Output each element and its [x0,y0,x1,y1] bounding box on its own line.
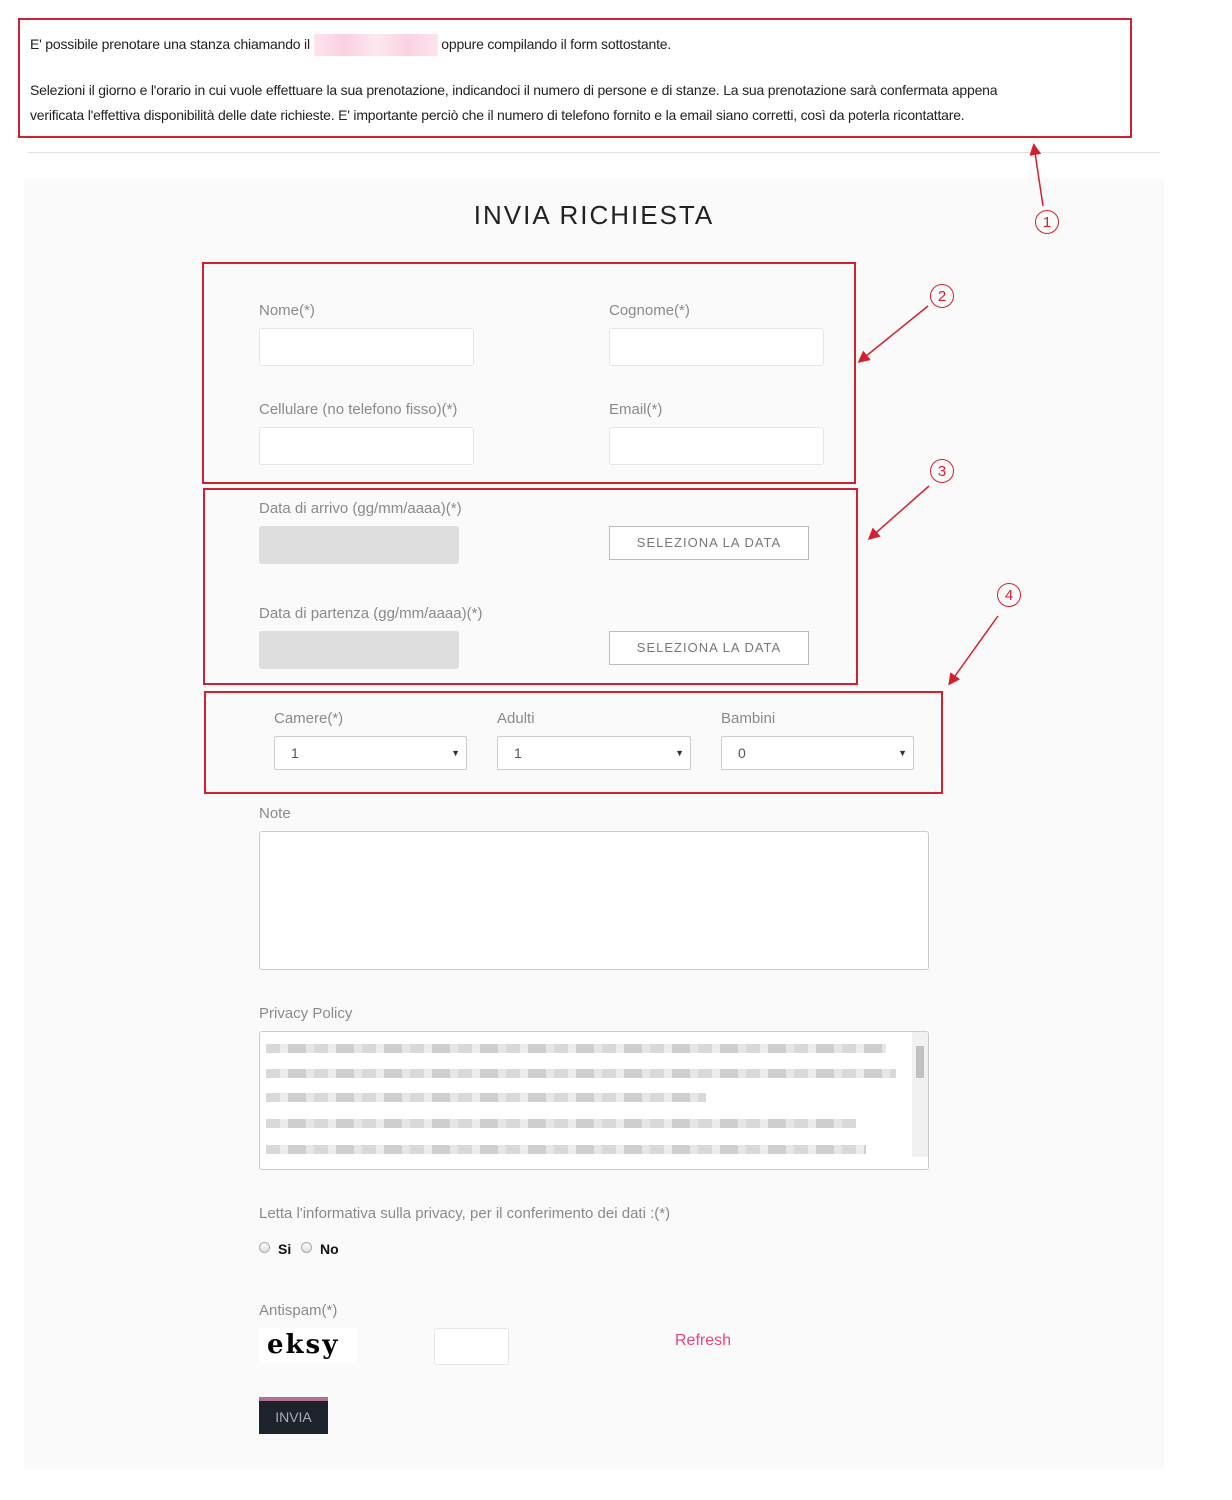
annotation-3: 3 [930,459,954,483]
annotation-1: 1 [1035,210,1059,234]
annotation-4: 4 [997,583,1021,607]
annotation-2: 2 [930,284,954,308]
